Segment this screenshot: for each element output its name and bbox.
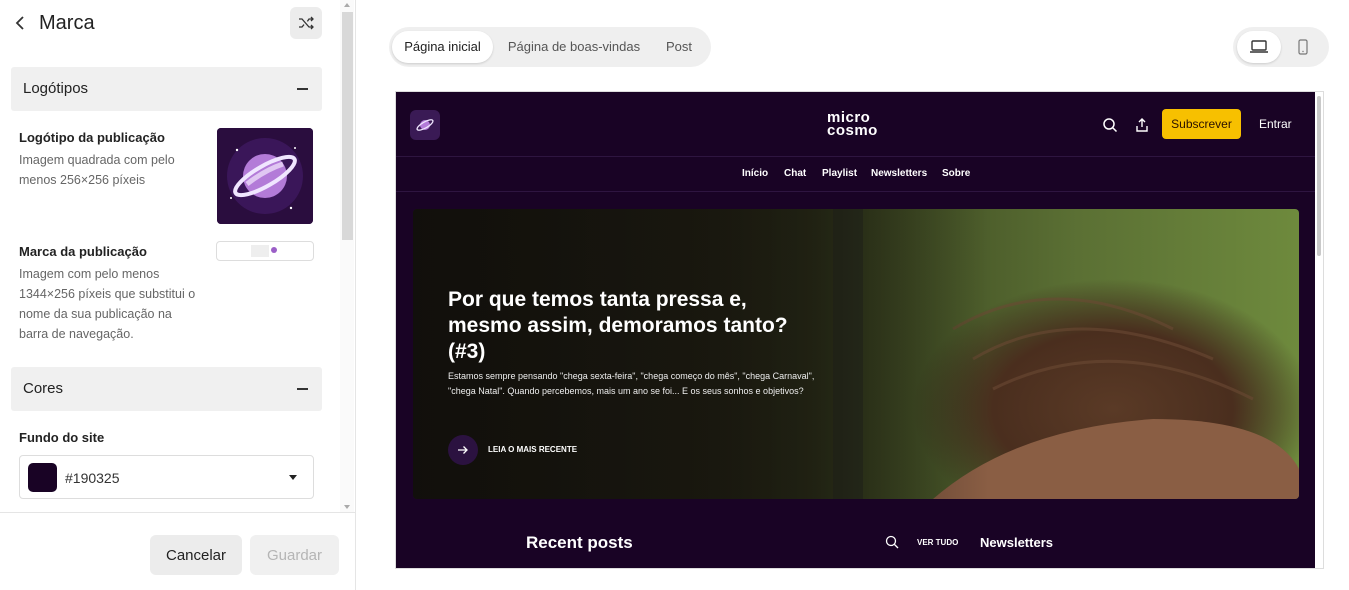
scrollbar-thumb[interactable]: [1317, 96, 1321, 256]
see-all-link[interactable]: VER TUDO: [917, 538, 958, 547]
back-chevron-icon[interactable]: [14, 12, 30, 34]
share-icon[interactable]: [1134, 117, 1150, 133]
read-latest-link[interactable]: LEIA O MAIS RECENTE: [488, 445, 577, 454]
collapse-minus-icon: [297, 88, 308, 90]
section-colors-label: Cores: [23, 380, 64, 397]
section-logos-header[interactable]: Logótipos: [11, 67, 322, 111]
publication-brand-upload[interactable]: [216, 241, 314, 261]
mobile-icon[interactable]: [1281, 31, 1325, 63]
publication-logo-title: Logótipo da publicação: [19, 130, 165, 145]
section-logos-label: Logótipos: [23, 80, 89, 97]
save-button[interactable]: Guardar: [250, 535, 339, 575]
hero-title[interactable]: Por que temos tanta pressa e, mesmo assi…: [448, 287, 818, 365]
publication-brand-description: Imagem com pelo menos 1344×256 píxeis qu…: [19, 267, 196, 341]
publication-brand-title: Marca da publicação: [19, 244, 147, 259]
subscribe-button[interactable]: Subscrever: [1162, 109, 1241, 139]
tab-welcome-page[interactable]: Página de boas-vindas: [499, 31, 649, 63]
arrow-right-icon[interactable]: [448, 435, 478, 465]
brand-thumbnail-icon: [251, 245, 277, 257]
search-icon[interactable]: [1102, 117, 1118, 133]
collapse-minus-icon: [297, 388, 308, 390]
search-icon[interactable]: [885, 535, 899, 549]
nav-item-chat[interactable]: Chat: [784, 168, 806, 179]
planet-logo-icon: [217, 128, 313, 224]
panel-scrollbar[interactable]: [340, 0, 354, 512]
nav-item-playlist[interactable]: Playlist: [822, 168, 857, 179]
publication-logo-upload[interactable]: [217, 128, 313, 224]
recent-posts-heading: Recent posts: [526, 533, 633, 552]
panel-header: Marca: [0, 0, 340, 48]
login-link[interactable]: Entrar: [1259, 117, 1292, 131]
site-preview: micro cosmo Subscrever Entrar Início Cha…: [395, 91, 1324, 569]
desktop-icon[interactable]: [1237, 31, 1281, 63]
preview-tabs: Página inicial Página de boas-vindas Pos…: [389, 27, 711, 67]
brand-settings-panel: Marca Logótipos Logótipo da publicação I…: [0, 0, 356, 590]
divider: [396, 156, 1317, 157]
tab-home-page[interactable]: Página inicial: [392, 31, 493, 63]
publication-logo-description: Imagem quadrada com pelo menos 256×256 p…: [19, 153, 175, 187]
nav-item-newsletters[interactable]: Newsletters: [871, 168, 927, 179]
cancel-button[interactable]: Cancelar: [150, 535, 242, 575]
device-toggle: [1233, 27, 1329, 67]
preview-scrollbar[interactable]: [1315, 92, 1323, 568]
panel-title: Marca: [39, 12, 95, 34]
scroll-up-arrow-icon[interactable]: [344, 3, 350, 7]
panel-footer: Cancelar Guardar: [0, 512, 355, 590]
newsletters-heading: Newsletters: [980, 535, 1053, 550]
site-background-color-select[interactable]: #190325: [19, 455, 314, 499]
scrollbar-thumb[interactable]: [342, 12, 353, 240]
site-background-title: Fundo do site: [19, 430, 105, 445]
hero-description: Estamos sempre pensando "chega sexta-fei…: [448, 371, 815, 396]
color-swatch: [28, 463, 57, 492]
tab-post[interactable]: Post: [655, 31, 703, 63]
site-logo[interactable]: micro cosmo: [827, 110, 887, 141]
site-logo-line2: cosmo: [827, 122, 878, 139]
section-colors-header[interactable]: Cores: [11, 367, 322, 411]
nav-item-inicio[interactable]: Início: [742, 168, 768, 179]
scroll-down-arrow-icon[interactable]: [344, 505, 350, 509]
site-planet-icon[interactable]: [410, 110, 440, 140]
caret-down-icon: [289, 475, 297, 480]
shuffle-icon[interactable]: [290, 7, 322, 39]
panel-scroll-area: Marca Logótipos Logótipo da publicação I…: [0, 0, 340, 512]
nav-item-sobre[interactable]: Sobre: [942, 168, 970, 179]
hero-featured-post[interactable]: Por que temos tanta pressa e, mesmo assi…: [413, 209, 1299, 499]
divider: [396, 191, 1317, 192]
color-hex-value: #190325: [65, 470, 120, 486]
